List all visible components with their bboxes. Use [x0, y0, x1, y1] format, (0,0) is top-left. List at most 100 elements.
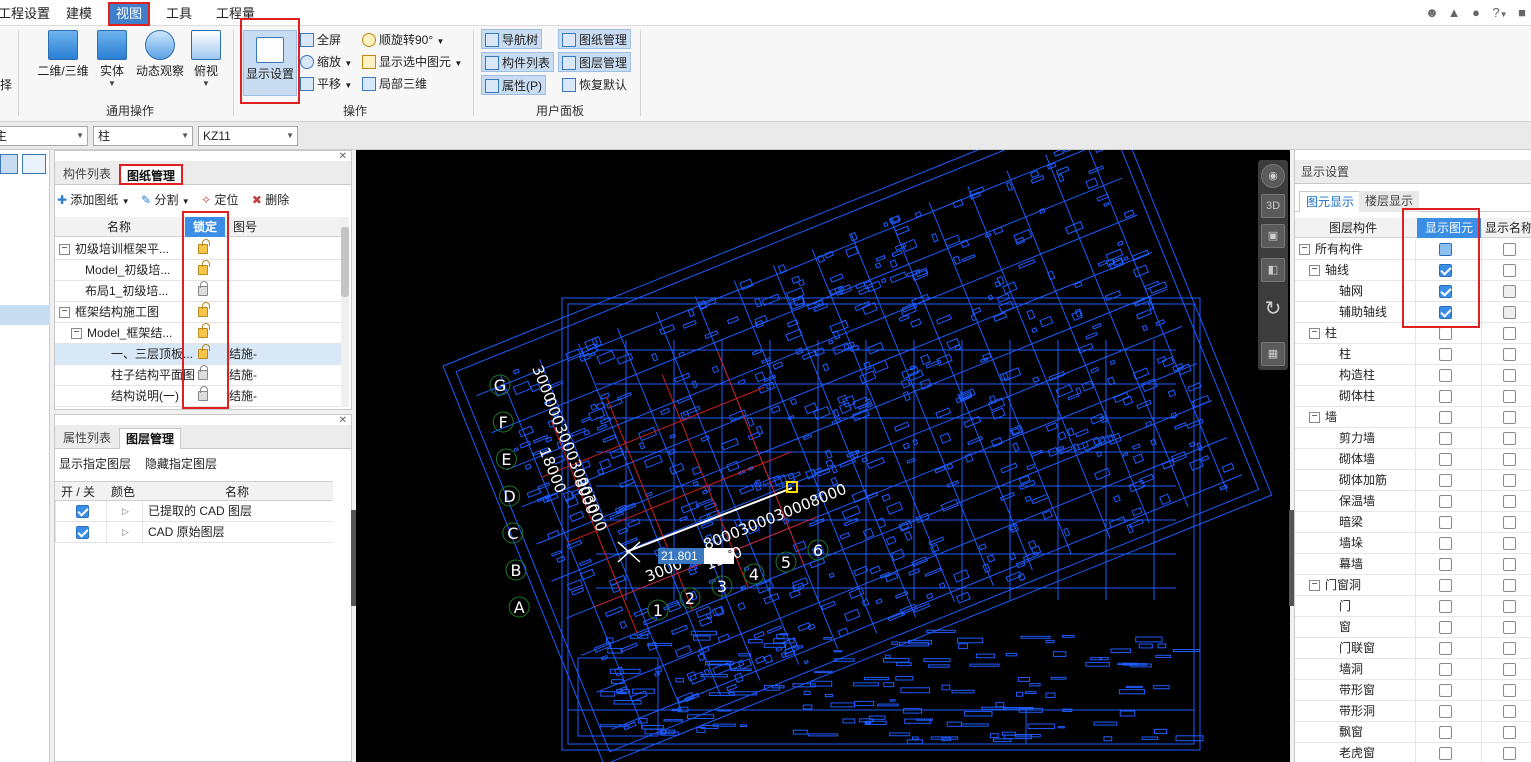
cut-select-label[interactable]: 择: [0, 76, 12, 93]
pan-button[interactable]: 平移 ▼: [300, 74, 352, 94]
show-name-checkbox[interactable]: [1503, 684, 1516, 698]
show-element-checkbox[interactable]: [1439, 516, 1452, 530]
display-row[interactable]: 墙洞: [1295, 659, 1531, 680]
tree-expander[interactable]: −: [1309, 580, 1320, 591]
restore-default-button[interactable]: 恢复默认: [562, 75, 627, 95]
hide-layer-button[interactable]: 隐藏指定图层: [145, 455, 217, 472]
display-row[interactable]: 砌体墙: [1295, 449, 1531, 470]
display-row[interactable]: − 门窗洞: [1295, 575, 1531, 596]
display-row[interactable]: 墙垛: [1295, 533, 1531, 554]
display-settings-button[interactable]: 显示设置: [243, 30, 297, 96]
show-element-checkbox[interactable]: [1439, 642, 1452, 656]
floor-combo[interactable]: 主 ▼: [0, 126, 88, 146]
show-name-checkbox[interactable]: [1503, 621, 1516, 635]
show-name-checkbox[interactable]: [1503, 642, 1516, 656]
tab-modeling[interactable]: 建模: [60, 4, 98, 24]
layer-row[interactable]: ▷ 已提取的 CAD 图层: [55, 501, 333, 522]
fullscreen-button[interactable]: 全屏: [300, 30, 341, 50]
show-name-checkbox[interactable]: [1503, 663, 1516, 677]
properties-toggle[interactable]: 属性(P): [481, 75, 546, 95]
expand-arrow-icon[interactable]: ▷: [122, 501, 129, 521]
delete-button[interactable]: ✖ 删除: [252, 193, 289, 207]
drawing-scrollbar[interactable]: [341, 217, 349, 407]
tree-expander[interactable]: −: [1309, 328, 1320, 339]
show-element-checkbox[interactable]: [1439, 432, 1452, 446]
display-row[interactable]: 幕墙: [1295, 554, 1531, 575]
tree-view-icon[interactable]: [0, 154, 18, 174]
col-show-name[interactable]: 显示名称: [1485, 218, 1531, 238]
show-element-checkbox[interactable]: [1439, 621, 1452, 635]
show-element-checkbox[interactable]: [1439, 705, 1452, 719]
show-name-checkbox[interactable]: [1503, 537, 1516, 551]
bell-icon[interactable]: ▲: [1446, 5, 1462, 21]
show-name-checkbox[interactable]: [1503, 369, 1516, 383]
show-name-checkbox[interactable]: [1503, 243, 1516, 257]
display-row[interactable]: 带形窗: [1295, 680, 1531, 701]
show-layer-button[interactable]: 显示指定图层: [59, 455, 131, 472]
display-row[interactable]: 砌体加筋: [1295, 470, 1531, 491]
component-list-toggle[interactable]: 构件列表: [481, 52, 555, 72]
drawing-mgmt-toggle[interactable]: 图纸管理: [558, 29, 632, 49]
show-element-checkbox[interactable]: [1439, 579, 1452, 593]
display-row[interactable]: 门联窗: [1295, 638, 1531, 659]
show-name-checkbox[interactable]: [1503, 411, 1516, 425]
tab-view[interactable]: 视图: [107, 2, 151, 26]
cad-canvas[interactable]: GFEDCBA123456 3000 000300030003000 18000…: [356, 150, 1290, 762]
chat-icon[interactable]: ●: [1468, 5, 1484, 21]
show-element-checkbox[interactable]: [1439, 474, 1452, 488]
nav-selected-item[interactable]: [0, 305, 50, 325]
show-name-checkbox[interactable]: [1503, 705, 1516, 719]
tab-component-list[interactable]: 构件列表: [57, 164, 117, 185]
display-row[interactable]: 老虎窗: [1295, 743, 1531, 762]
layer-mgmt-toggle[interactable]: 图层管理: [558, 52, 632, 72]
display-row[interactable]: 砌体柱: [1295, 386, 1531, 407]
local-3d-button[interactable]: 局部三维: [362, 74, 427, 94]
show-element-checkbox[interactable]: [1439, 684, 1452, 698]
display-row[interactable]: 窗: [1295, 617, 1531, 638]
user-icon[interactable]: ☻: [1424, 5, 1440, 21]
locate-button[interactable]: ✧ 定位: [201, 193, 238, 207]
show-name-checkbox[interactable]: [1503, 579, 1516, 593]
show-name-checkbox[interactable]: [1503, 285, 1516, 299]
display-row[interactable]: 构造柱: [1295, 365, 1531, 386]
expand-arrow-icon[interactable]: ▷: [122, 522, 129, 542]
show-name-checkbox[interactable]: [1503, 726, 1516, 740]
component-combo[interactable]: KZ11 ▼: [198, 126, 298, 146]
show-name-checkbox[interactable]: [1503, 348, 1516, 362]
show-element-checkbox[interactable]: [1439, 663, 1452, 677]
globe-icon[interactable]: ◉: [1261, 164, 1285, 188]
show-name-checkbox[interactable]: [1503, 495, 1516, 509]
tab-drawing-management[interactable]: 图纸管理: [119, 164, 184, 185]
show-selected-button[interactable]: 显示选中图元 ▼: [362, 52, 462, 72]
show-element-checkbox[interactable]: [1439, 495, 1452, 509]
tree-expander[interactable]: −: [1299, 244, 1310, 255]
show-name-checkbox[interactable]: [1503, 558, 1516, 572]
show-element-checkbox[interactable]: [1439, 537, 1452, 551]
display-row[interactable]: 带形洞: [1295, 701, 1531, 722]
show-element-checkbox[interactable]: [1439, 726, 1452, 740]
tab-tools[interactable]: 工具: [160, 4, 198, 24]
list-view-icon[interactable]: [22, 154, 46, 174]
display-row[interactable]: 飘窗: [1295, 722, 1531, 743]
layer-row[interactable]: ▷ CAD 原始图层: [55, 522, 333, 543]
show-element-checkbox[interactable]: [1439, 747, 1452, 761]
cad-drawing[interactable]: GFEDCBA 123456 3000 000300030003000 18000…: [356, 150, 1290, 762]
2d-3d-button[interactable]: 二维/三维: [34, 30, 92, 79]
layer-toggle-checkbox[interactable]: [76, 526, 89, 540]
display-row[interactable]: − 墙: [1295, 407, 1531, 428]
orbit-button[interactable]: 动态观察: [132, 30, 188, 79]
tree-expander[interactable]: −: [59, 307, 70, 318]
show-name-checkbox[interactable]: [1503, 264, 1516, 278]
show-name-checkbox[interactable]: [1503, 600, 1516, 614]
show-name-checkbox[interactable]: [1503, 390, 1516, 404]
solid-button[interactable]: 实体 ▼: [94, 30, 130, 88]
layer-toggle-checkbox[interactable]: [76, 505, 89, 519]
3d-cube-icon[interactable]: 3D: [1261, 194, 1285, 218]
rotate90-button[interactable]: 顺旋转90° ▼: [362, 30, 444, 50]
show-name-checkbox[interactable]: [1503, 516, 1516, 530]
show-element-checkbox[interactable]: [1439, 369, 1452, 383]
show-name-checkbox[interactable]: [1503, 474, 1516, 488]
show-element-checkbox[interactable]: [1439, 558, 1452, 572]
tree-expander[interactable]: −: [59, 244, 70, 255]
show-name-checkbox[interactable]: [1503, 747, 1516, 761]
